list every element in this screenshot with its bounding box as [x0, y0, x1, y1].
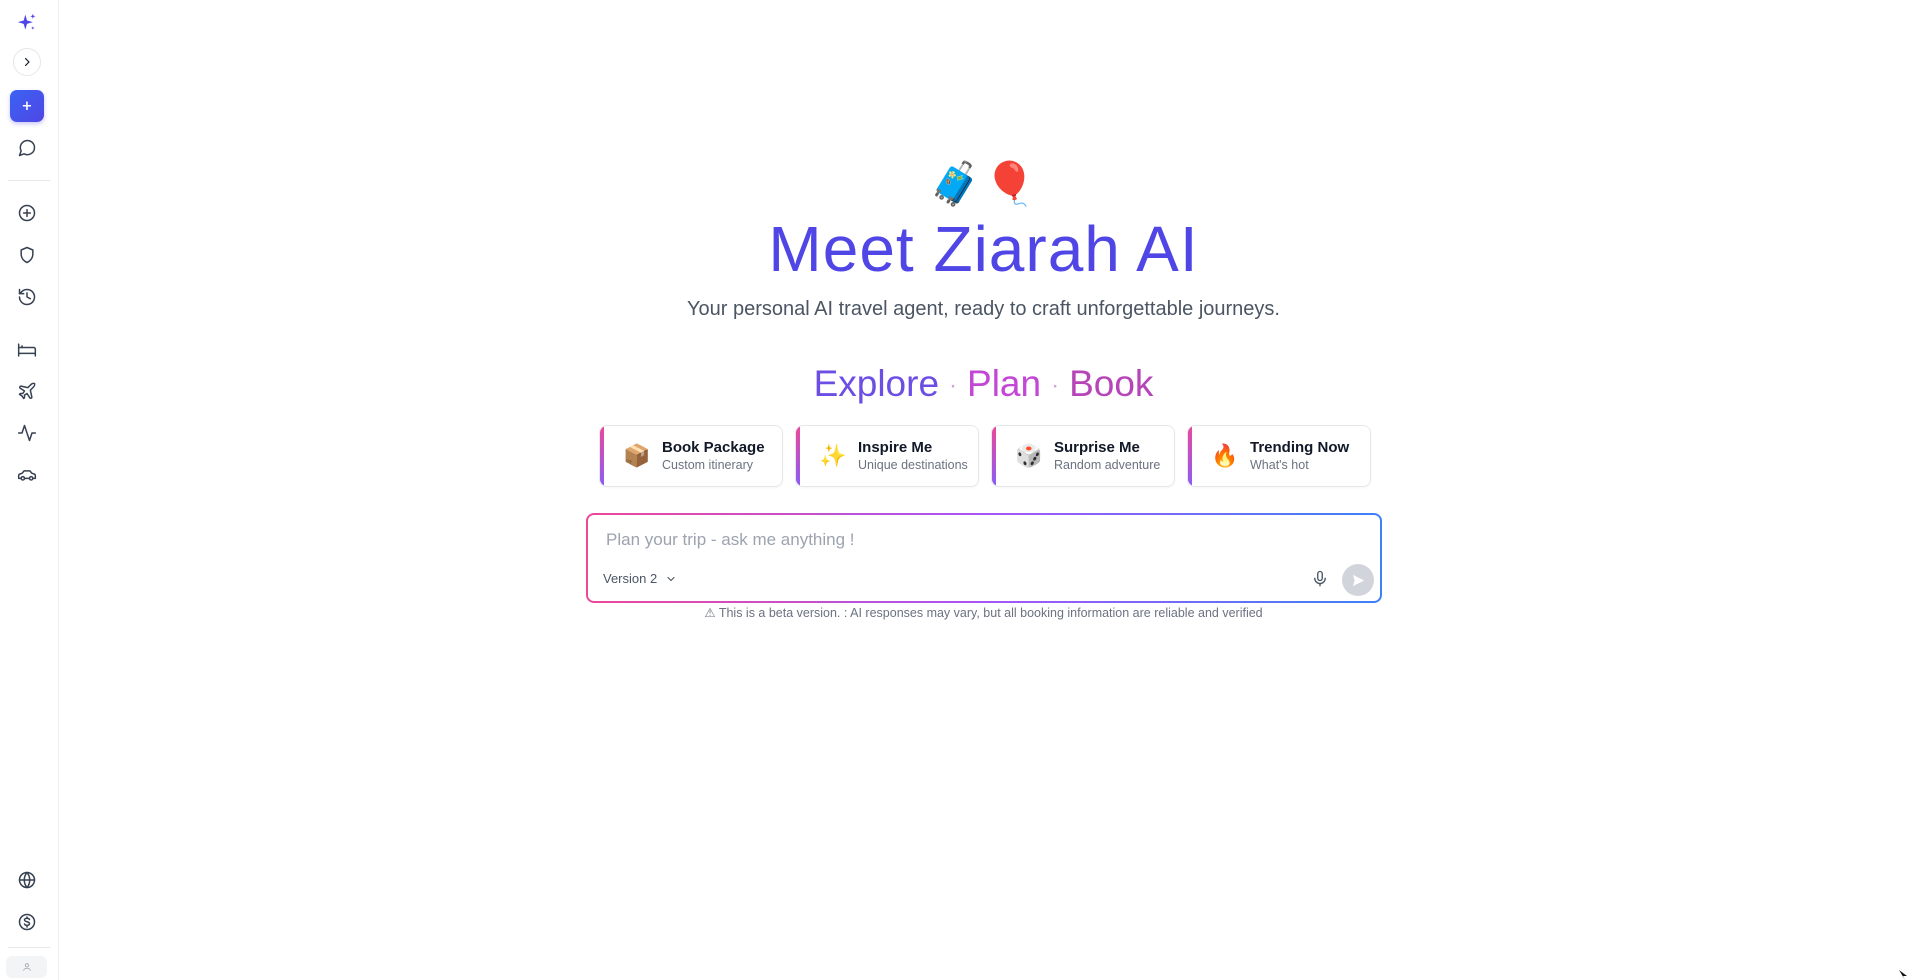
message-circle-icon	[18, 139, 36, 157]
plus-circle-icon	[18, 204, 36, 222]
chevron-right-icon	[24, 57, 30, 67]
sidebar-item-history[interactable]	[11, 281, 43, 313]
sidebar-item-add[interactable]	[11, 197, 43, 229]
card-subtitle: Custom itinerary	[662, 457, 753, 472]
tagline-book: Book	[1069, 363, 1154, 404]
sparkles-icon[interactable]	[11, 7, 43, 39]
microphone-icon	[1314, 570, 1326, 587]
package-icon: 📦	[623, 443, 651, 469]
card-title: Inspire Me	[858, 438, 933, 456]
sidebar-item-hotels[interactable]	[11, 334, 43, 366]
card-subtitle: What's hot	[1250, 457, 1309, 472]
card-title: Trending Now	[1250, 438, 1350, 456]
version-label: Version 2	[603, 571, 658, 586]
cursor-icon	[1899, 970, 1907, 980]
sidebar-item-chat[interactable]	[11, 132, 43, 164]
sidebar-item-flights[interactable]	[11, 375, 43, 407]
sidebar: +	[0, 0, 59, 980]
chat-box: Version 2	[586, 513, 1382, 603]
user-avatar-button[interactable]	[6, 956, 47, 978]
chevron-down-icon	[667, 576, 675, 581]
sidebar-item-activity[interactable]	[11, 417, 43, 449]
card-title: Book Package	[662, 438, 765, 456]
new-chat-label: +	[21, 98, 33, 114]
dice-icon: 🎲	[1015, 443, 1043, 469]
chat-input[interactable]	[606, 525, 1346, 555]
sidebar-item-currency[interactable]	[11, 906, 43, 938]
sidebar-divider	[8, 180, 50, 181]
car-icon	[17, 470, 37, 481]
page-subtitle: Your personal AI travel agent, ready to …	[687, 298, 1280, 320]
card-subtitle: Random adventure	[1054, 457, 1161, 472]
bed-icon	[17, 343, 37, 357]
card-title: Surprise Me	[1054, 438, 1140, 456]
shield-icon	[20, 246, 34, 264]
plane-icon	[18, 382, 36, 400]
send-icon	[1352, 574, 1364, 586]
hero-emoji: 🧳🎈	[929, 159, 1038, 208]
history-icon	[18, 288, 36, 306]
book-package-card[interactable]: 📦 Book Package Custom itinerary	[599, 425, 783, 487]
globe-icon	[18, 871, 36, 889]
sidebar-item-language[interactable]	[11, 864, 43, 896]
trending-now-card[interactable]: 🔥 Trending Now What's hot	[1187, 425, 1371, 487]
fire-icon: 🔥	[1211, 443, 1239, 469]
surprise-me-card[interactable]: 🎲 Surprise Me Random adventure	[991, 425, 1175, 487]
quick-action-cards: 📦 Book Package Custom itinerary ✨ Inspir…	[599, 425, 1372, 487]
version-select[interactable]: Version 2	[603, 571, 677, 586]
card-subtitle: Unique destinations	[858, 457, 968, 472]
app-root: + 🧳🎈 Meet Ziarah AI Your personal AI tra…	[0, 0, 1907, 980]
sidebar-divider	[8, 947, 50, 948]
tagline-plan: Plan	[967, 363, 1042, 404]
chat-box-inner: Version 2	[588, 515, 1380, 601]
new-chat-button[interactable]: +	[10, 90, 44, 122]
sidebar-item-cars[interactable]	[11, 459, 43, 491]
tagline-explore: Explore	[813, 363, 940, 404]
main-content: 🧳🎈 Meet Ziarah AI Your personal AI trave…	[60, 0, 1907, 980]
tagline-separator: ·	[949, 372, 958, 400]
inspire-me-card[interactable]: ✨ Inspire Me Unique destinations	[795, 425, 979, 487]
page-title: Meet Ziarah AI	[768, 213, 1199, 285]
beta-disclaimer: ⚠ This is a beta version. : AI responses…	[704, 606, 1263, 620]
sidebar-toggle-button[interactable]	[13, 48, 41, 76]
tagline: Explore · Plan · Book	[60, 362, 1907, 408]
send-button[interactable]	[1342, 564, 1374, 596]
tagline-separator: ·	[1051, 372, 1060, 400]
user-icon	[22, 963, 31, 971]
sidebar-item-shield[interactable]	[11, 239, 43, 271]
microphone-button[interactable]	[1308, 567, 1332, 591]
dollar-circle-icon	[18, 913, 36, 931]
activity-icon	[17, 424, 37, 442]
sparkles-icon: ✨	[819, 443, 847, 469]
